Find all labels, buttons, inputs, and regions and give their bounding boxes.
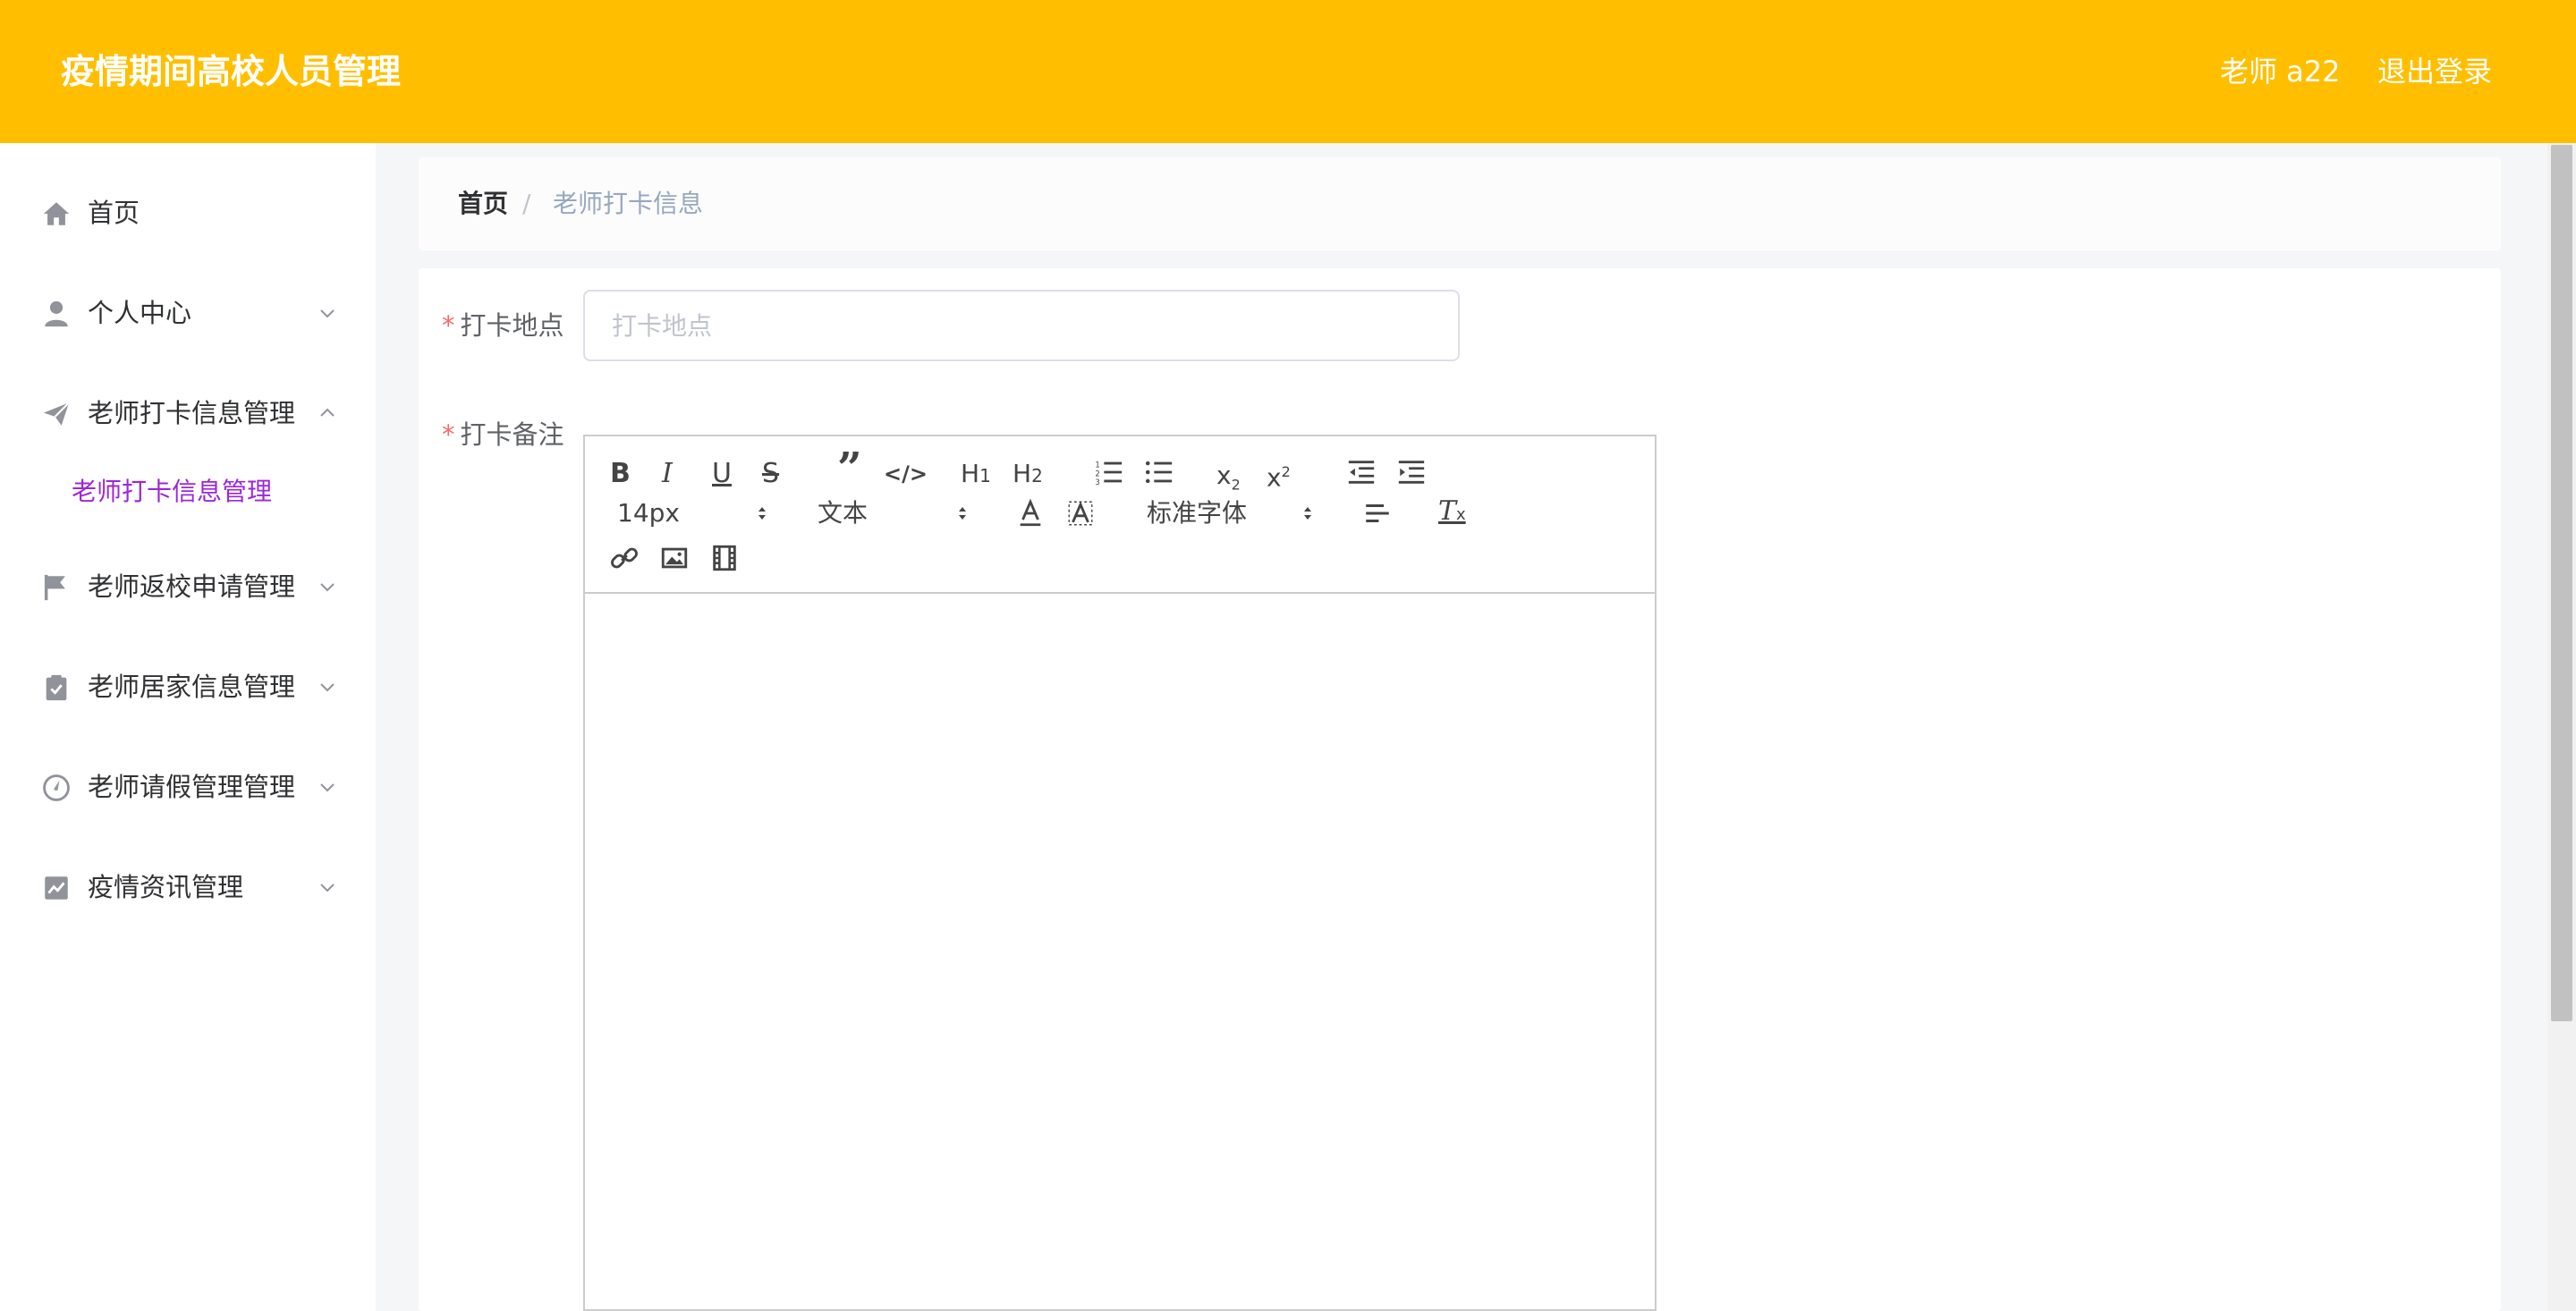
- header-value: 文本: [818, 498, 869, 528]
- page-scrollbar[interactable]: [2547, 143, 2576, 1311]
- picker-arrows-icon: [959, 507, 966, 520]
- svg-text:2: 2: [1095, 469, 1099, 478]
- code-block-icon[interactable]: </>: [884, 456, 928, 492]
- sidebar-item-teacher-return[interactable]: 老师返校申请管理: [0, 560, 376, 613]
- font-size-picker[interactable]: 14px: [617, 495, 778, 531]
- location-label: * 打卡地点: [442, 306, 564, 345]
- location-label-text: 打卡地点: [460, 310, 564, 341]
- sidebar-item-label: 老师返校申请管理: [88, 571, 296, 602]
- sidebar-item-personal-center[interactable]: 个人中心: [0, 286, 376, 340]
- link-icon[interactable]: [606, 540, 642, 576]
- sidebar-item-label: 首页: [88, 198, 140, 228]
- image-icon[interactable]: [657, 540, 692, 576]
- sidebar-item-home[interactable]: 首页: [0, 186, 376, 240]
- text-color-icon[interactable]: [1013, 495, 1048, 531]
- svg-text:3: 3: [1095, 478, 1099, 487]
- superscript-icon[interactable]: x2: [1267, 454, 1291, 495]
- sidebar-item-teacher-checkin[interactable]: 老师打卡信息管理: [0, 386, 376, 440]
- outdent-icon[interactable]: [1343, 454, 1379, 490]
- ordered-list-icon[interactable]: 123: [1091, 454, 1127, 490]
- font-size-value: 14px: [617, 498, 680, 528]
- picker-arrows-icon: [758, 507, 766, 520]
- background-color-icon[interactable]: [1063, 495, 1098, 531]
- editor-toolbar: B I U S ” </> H1 H2 123 x2 x2 14px 文本 标准…: [585, 436, 1655, 594]
- clipboard-check-icon: [46, 674, 67, 701]
- chart-icon: [45, 876, 68, 900]
- location-input[interactable]: [583, 290, 1460, 361]
- flag-icon: [44, 574, 65, 601]
- breadcrumb: 首页 / 老师打卡信息: [419, 157, 2501, 250]
- header-picker[interactable]: 文本: [818, 495, 979, 531]
- top-header: 疫情期间高校人员管理 老师 a22 退出登录: [0, 0, 2576, 143]
- breadcrumb-current: 老师打卡信息: [553, 189, 704, 218]
- h2-icon[interactable]: H2: [1013, 456, 1043, 494]
- current-user: 老师 a22: [2220, 55, 2341, 89]
- svg-text:1: 1: [1095, 461, 1099, 469]
- sidebar-item-teacher-leave[interactable]: 老师请假管理管理: [0, 760, 376, 814]
- editor-content-area[interactable]: [585, 596, 1655, 1309]
- chevron-down-icon: [320, 309, 335, 318]
- sidebar: 首页 个人中心 老师打卡信息管理 老师打卡信息管理 老师返校申请管理 老师居家信…: [0, 143, 376, 1311]
- rich-text-editor: B I U S ” </> H1 H2 123 x2 x2 14px 文本 标准…: [583, 435, 1657, 1311]
- note-label: * 打卡备注: [442, 415, 564, 454]
- video-icon[interactable]: [707, 540, 742, 576]
- strike-icon[interactable]: S: [762, 456, 779, 492]
- bold-icon[interactable]: B: [610, 456, 631, 492]
- sidebar-item-label: 老师请假管理管理: [88, 772, 296, 802]
- underline-icon[interactable]: U: [712, 456, 732, 492]
- logout-link[interactable]: 退出登录: [2377, 52, 2492, 91]
- scrollbar-thumb[interactable]: [2551, 145, 2572, 1021]
- h1-icon[interactable]: H1: [961, 456, 991, 494]
- sidebar-item-label: 老师居家信息管理: [88, 672, 296, 702]
- chevron-down-icon: [320, 783, 335, 792]
- submenu-item-label: 老师打卡信息管理: [72, 477, 273, 506]
- align-icon[interactable]: [1360, 495, 1395, 531]
- bullet-list-icon[interactable]: [1141, 454, 1177, 490]
- app-title: 疫情期间高校人员管理: [61, 52, 402, 91]
- breadcrumb-separator: /: [522, 189, 531, 218]
- clean-format-icon[interactable]: Tx: [1438, 494, 1466, 533]
- submenu-item-teacher-checkin[interactable]: 老师打卡信息管理: [0, 467, 376, 517]
- user-icon: [45, 300, 68, 327]
- required-mark: *: [442, 419, 455, 450]
- chevron-down-icon: [320, 683, 335, 692]
- paper-plane-icon: [43, 402, 70, 426]
- sidebar-item-label: 老师打卡信息管理: [88, 398, 296, 428]
- compass-icon: [43, 774, 70, 801]
- breadcrumb-home[interactable]: 首页: [458, 184, 508, 224]
- picker-arrows-icon: [1304, 507, 1311, 520]
- home-icon: [43, 202, 70, 225]
- sidebar-item-label: 个人中心: [88, 298, 192, 328]
- font-family-value: 标准字体: [1147, 498, 1248, 528]
- note-label-text: 打卡备注: [460, 419, 564, 450]
- sidebar-item-epidemic-news[interactable]: 疫情资讯管理: [0, 860, 376, 914]
- sidebar-item-teacher-home-info[interactable]: 老师居家信息管理: [0, 660, 376, 714]
- required-mark: *: [442, 310, 455, 341]
- italic-icon[interactable]: I: [662, 456, 673, 492]
- chevron-up-icon: [320, 408, 335, 417]
- chevron-down-icon: [320, 583, 335, 592]
- font-family-picker[interactable]: 标准字体: [1147, 495, 1326, 531]
- sidebar-item-label: 疫情资讯管理: [88, 872, 244, 902]
- chevron-down-icon: [320, 884, 335, 892]
- indent-icon[interactable]: [1394, 454, 1429, 490]
- blockquote-icon[interactable]: ”: [837, 447, 862, 490]
